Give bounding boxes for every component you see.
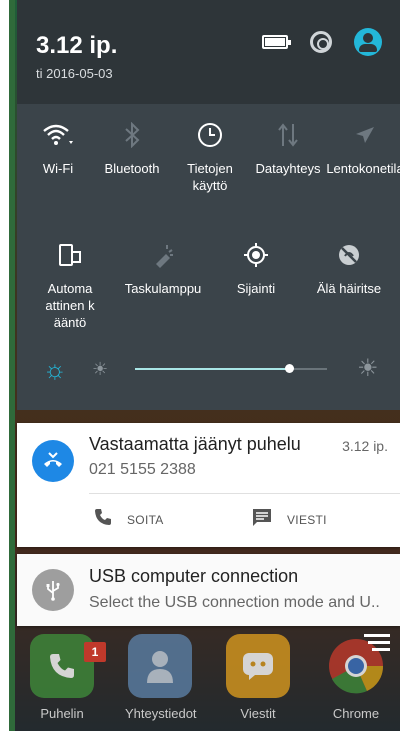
- tile-flashlight[interactable]: Taskulamppu: [121, 238, 205, 297]
- tile-wifi[interactable]: Wi-Fi: [19, 118, 97, 177]
- brightness-slider[interactable]: [135, 364, 327, 373]
- tile-auto-rotate[interactable]: Automaattinen kääntö: [31, 238, 109, 331]
- missed-call-icon: [32, 440, 74, 482]
- missed-count-badge: 1: [84, 642, 106, 662]
- quick-settings-panel: 3.12 ip. ti 2016-05-03 Wi-Fi Bluetooth T…: [17, 0, 400, 410]
- tile-label: Sijainti: [236, 281, 276, 296]
- auto-brightness-icon[interactable]: ☼: [43, 356, 67, 382]
- brightness-high-icon: ☀: [357, 355, 379, 382]
- notification-title: Vastaamatta jäänyt puhelu: [89, 434, 301, 454]
- app-label: Chrome: [332, 706, 380, 721]
- tile-do-not-disturb[interactable]: Älä häiritse: [309, 238, 389, 297]
- tile-label: Wi-Fi: [42, 161, 74, 176]
- bluetooth-icon: [93, 118, 171, 152]
- brightness-thumb[interactable]: [284, 364, 294, 373]
- app-label: Yhteystiedot: [125, 706, 197, 721]
- brightness-fill: [135, 368, 289, 370]
- location-icon: [217, 238, 295, 272]
- app-label: Viestit: [240, 706, 276, 721]
- messages-app-icon: [226, 634, 290, 698]
- tile-mobile-data[interactable]: Datayhteys: [249, 118, 327, 177]
- tile-data-usage[interactable]: Tietojen käyttö: [171, 118, 249, 194]
- user-account-icon[interactable]: [354, 28, 382, 56]
- tile-label: Tietojen käyttö: [187, 161, 233, 193]
- settings-gear-icon[interactable]: [310, 31, 332, 53]
- missed-call-notification[interactable]: Vastaamatta jäänyt puhelu 3.12 ip. 021 5…: [17, 423, 400, 547]
- message-icon: [251, 507, 273, 533]
- tile-label: Lentokonetila: [326, 161, 400, 176]
- call-back-button[interactable]: SOITA: [93, 507, 164, 533]
- tile-label: Automaattinen kääntö: [45, 281, 95, 330]
- contacts-app-icon: [128, 634, 192, 698]
- wallpaper-edge: [9, 0, 15, 731]
- data-usage-icon: [171, 118, 249, 152]
- notification-time: 3.12 ip.: [342, 438, 388, 454]
- flashlight-icon: [121, 238, 205, 272]
- tile-label: Datayhteys: [255, 161, 321, 176]
- mobile-data-icon: [249, 118, 327, 152]
- phone-icon: [93, 507, 113, 533]
- tile-bluetooth[interactable]: Bluetooth: [93, 118, 171, 177]
- tile-label: Bluetooth: [104, 161, 160, 176]
- tile-row-2: Automaattinen kääntö Taskulamppu Sijaint…: [17, 238, 400, 338]
- header-icons: [262, 28, 382, 56]
- tile-label: Älä häiritse: [316, 281, 382, 296]
- usb-icon: [32, 569, 74, 611]
- app-messages[interactable]: Viestit: [223, 634, 293, 721]
- divider: [89, 493, 400, 494]
- notification-title: USB computer connection: [89, 566, 299, 586]
- brightness-row: ☼ ☀ ☀: [17, 356, 400, 384]
- battery-icon[interactable]: [262, 35, 291, 49]
- app-dock: Puhelin 1 Yhteystiedot Viestit Chrome: [17, 630, 400, 731]
- tile-label: Taskulamppu: [124, 281, 202, 296]
- clock: 3.12 ip.: [36, 32, 118, 59]
- tile-row-1: Wi-Fi Bluetooth Tietojen käyttö Datayhte…: [17, 118, 400, 218]
- left-margin: [0, 0, 9, 731]
- notification-text: Select the USB connection mode and U..: [89, 594, 380, 611]
- qs-header: 3.12 ip. ti 2016-05-03: [17, 0, 400, 104]
- app-contacts[interactable]: Yhteystiedot: [125, 634, 197, 721]
- tile-location[interactable]: Sijainti: [217, 238, 295, 297]
- app-label: Puhelin: [40, 706, 84, 721]
- airplane-icon: [325, 118, 400, 152]
- caller-number: 021 5155 2388: [89, 461, 196, 478]
- wifi-icon: [19, 118, 97, 152]
- date[interactable]: ti 2016-05-03: [36, 66, 113, 81]
- auto-rotate-icon: [31, 238, 109, 272]
- send-message-button[interactable]: VIESTI: [251, 507, 327, 533]
- notification-menu-icon[interactable]: [364, 634, 390, 655]
- send-message-label: VIESTI: [287, 513, 327, 527]
- call-back-label: SOITA: [127, 513, 164, 527]
- brightness-low-icon: ☀: [92, 359, 109, 379]
- do-not-disturb-icon: [309, 238, 389, 272]
- tile-airplane[interactable]: Lentokonetila: [325, 118, 400, 177]
- usb-notification[interactable]: USB computer connection Select the USB c…: [17, 554, 400, 626]
